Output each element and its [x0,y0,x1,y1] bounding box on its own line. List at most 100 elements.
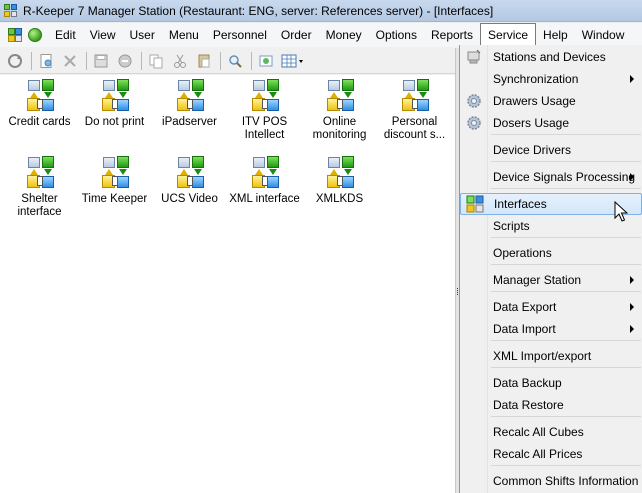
menu-item-stations-and-devices[interactable]: Stations and Devices [460,46,642,68]
menu-item-label: Stations and Devices [493,50,606,64]
interface-icon [172,78,208,114]
toolbar-separator [86,51,87,70]
menu-item-label: Data Import [493,322,556,336]
menu-view[interactable]: View [83,24,123,46]
interface-item[interactable]: XML interface [227,154,302,227]
submenu-arrow-icon [630,303,634,311]
service-menu: Stations and Devices Synchronization Drawe… [459,45,642,493]
copy-icon[interactable] [145,50,167,72]
interface-icon [22,78,58,114]
gear-icon [467,116,481,130]
menu-item-manager-station[interactable]: Manager Station [460,269,642,291]
menu-item-dosers-usage[interactable]: Dosers Usage [460,112,642,134]
interface-item[interactable]: iPadserver [152,77,227,150]
menu-item-recalc-all-cubes[interactable]: Recalc All Cubes [460,421,642,443]
menu-item-label: Recalc All Cubes [493,425,584,439]
status-green-icon[interactable] [28,28,42,42]
menu-item-device-signals-processing[interactable]: Device Signals Processing [460,166,642,188]
menu-separator [491,291,641,292]
menu-item-data-export[interactable]: Data Export [460,296,642,318]
interface-item[interactable]: UCS Video [152,154,227,227]
interface-item[interactable]: Online monitoring [302,77,377,150]
interface-icon [247,155,283,191]
menu-service[interactable]: Service [480,23,537,47]
interface-item[interactable]: Personal discount s... [377,77,452,150]
menu-item-device-drivers[interactable]: Device Drivers [460,139,642,161]
menu-item-common-shifts-information[interactable]: Common Shifts Information [460,470,642,492]
menu-help[interactable]: Help [536,24,575,46]
menu-item-label: Scripts [493,219,530,233]
interface-item[interactable]: Shelter interface [2,154,77,227]
menu-item-label: Device Signals Processing [493,170,636,184]
interface-item[interactable]: ITV POS Intellect [227,77,302,150]
menu-separator [491,264,641,265]
delete-icon[interactable] [59,50,81,72]
menu-item-data-restore[interactable]: Data Restore [460,394,642,416]
interface-icon [97,78,133,114]
menu-separator [491,340,641,341]
interface-icon [172,155,208,191]
menu-reports[interactable]: Reports [424,24,480,46]
properties-icon[interactable] [255,50,277,72]
interface-label: ITV POS Intellect [241,116,288,141]
interface-icon [397,78,433,114]
save-icon[interactable] [90,50,112,72]
interface-label: Personal discount s... [383,116,446,141]
menu-personnel[interactable]: Personnel [206,24,274,46]
menu-item-operations[interactable]: Operations [460,242,642,264]
menu-item-label: Data Backup [493,376,562,390]
app-icon [4,3,18,18]
find-icon[interactable] [224,50,246,72]
submenu-arrow-icon [630,75,634,83]
menu-item-label: XML Import/export [493,349,592,363]
menu-item-label: Synchronization [493,72,579,86]
interface-item[interactable]: XMLKDS [302,154,377,227]
interfaces-view: Credit cards Do not print iPadserver ITV PO… [0,75,455,493]
menu-separator [491,161,641,162]
cut-icon[interactable] [169,50,191,72]
menu-window[interactable]: Window [575,24,632,46]
submenu-arrow-icon [630,276,634,284]
refresh-icon[interactable] [4,50,26,72]
interface-label: iPadserver [162,116,217,128]
stations-icon [467,49,481,64]
menu-order[interactable]: Order [274,24,319,46]
window-title: R-Keeper 7 Manager Station (Restaurant: … [23,3,494,18]
menu-separator [491,188,641,189]
menu-edit[interactable]: Edit [48,24,83,46]
interface-item[interactable]: Time Keeper [77,154,152,227]
menu-item-label: Dosers Usage [493,116,570,130]
menu-separator [491,416,641,417]
interface-item[interactable]: Do not print [77,77,152,150]
submenu-arrow-icon [630,325,634,333]
menu-item-label: Interfaces [494,197,547,211]
menu-item-synchronization[interactable]: Synchronization [460,68,642,90]
menu-item-drawers-usage[interactable]: Drawers Usage [460,90,642,112]
menu-item-label: Drawers Usage [493,94,576,108]
menu-item-data-import[interactable]: Data Import [460,318,642,340]
interface-label: UCS Video [161,193,218,205]
cancel-icon[interactable] [114,50,136,72]
menu-item-recalc-all-prices[interactable]: Recalc All Prices [460,443,642,465]
interface-item[interactable]: Credit cards [2,77,77,150]
menu-item-label: Manager Station [493,273,582,287]
toolbar-separator [141,51,142,70]
view-mode-icon[interactable] [279,50,307,72]
app-menu-icon[interactable] [8,28,22,42]
interface-label: Online monitoring [312,116,367,141]
gear-icon [467,94,481,108]
interface-label: XMLKDS [315,193,364,205]
menu-user[interactable]: User [122,24,161,46]
menu-options[interactable]: Options [369,24,424,46]
paste-icon[interactable] [193,50,215,72]
new-icon[interactable] [35,50,57,72]
menu-separator [491,367,641,368]
menu-item-label: Common Shifts Information [493,474,639,488]
menu-item-label: Recalc All Prices [493,447,583,461]
interface-label: XML interface [229,193,300,205]
menu-menu[interactable]: Menu [162,24,206,46]
menu-money[interactable]: Money [319,24,369,46]
menu-item-data-backup[interactable]: Data Backup [460,372,642,394]
menu-item-xml-import-export[interactable]: XML Import/export [460,345,642,367]
interface-icon [322,78,358,114]
